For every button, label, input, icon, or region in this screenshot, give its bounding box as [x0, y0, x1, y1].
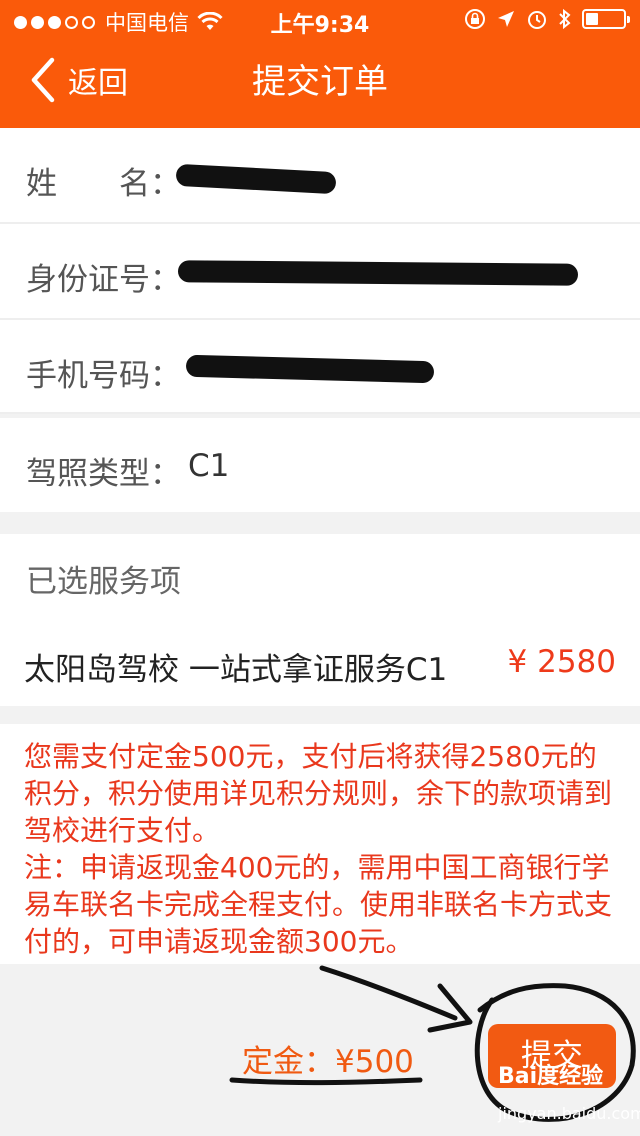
name-label: 姓 名：	[26, 166, 181, 202]
status-bar: 中国电信 上午9:34	[0, 0, 640, 40]
notice-deposit-text: 您需支付定金500元，支付后将获得2580元的积分，积分使用详见积分规则，余下的…	[24, 740, 613, 847]
annotation-arrow	[319, 965, 458, 1021]
nav-bar: 返回 提交订单	[0, 40, 640, 128]
status-icons	[464, 8, 630, 30]
name-redacted	[175, 163, 337, 195]
deposit-amount: 定金：¥500	[242, 1044, 414, 1080]
service-item-name: 太阳岛驾校 一站式拿证服务C1	[24, 652, 448, 688]
annotation-arrowhead	[427, 983, 473, 1033]
license-type-label: 驾照类型：	[26, 456, 181, 492]
id-number-row: 身份证号：	[0, 224, 640, 318]
license-type-value: C1	[188, 448, 230, 484]
orientation-lock-icon	[465, 9, 485, 29]
selected-services-section: 已选服务项 太阳岛驾校 一站式拿证服务C1 ¥ 2580	[0, 534, 640, 706]
baidu-watermark: Bai度经验	[498, 1064, 604, 1089]
battery-icon	[582, 9, 630, 29]
phone-label: 手机号码：	[26, 358, 181, 394]
divider	[0, 412, 640, 414]
services-header: 已选服务项	[26, 564, 181, 600]
service-item-price: ¥ 2580	[507, 644, 616, 680]
location-icon	[498, 11, 514, 27]
page-title: 提交订单	[252, 62, 388, 102]
license-type-row: 驾照类型： C1	[0, 418, 640, 512]
phone-row: 手机号码：	[0, 320, 640, 412]
alarm-icon	[528, 11, 546, 29]
notice-cashback-text: 注：申请返现金400元的，需用中国工商银行学易车联名卡完成全程支付。使用非联名卡…	[24, 851, 613, 958]
id-number-redacted	[177, 260, 579, 286]
bluetooth-icon	[559, 8, 571, 30]
header: 中国电信 上午9:34 返回 提交订单	[0, 0, 640, 128]
name-row: 姓 名：	[0, 128, 640, 222]
baidu-watermark-url: jingyan.baidu.com	[498, 1104, 640, 1123]
payment-notice: 您需支付定金500元，支付后将获得2580元的积分，积分使用详见积分规则，余下的…	[0, 724, 640, 964]
phone-redacted	[185, 354, 435, 384]
id-number-label: 身份证号：	[26, 262, 181, 298]
